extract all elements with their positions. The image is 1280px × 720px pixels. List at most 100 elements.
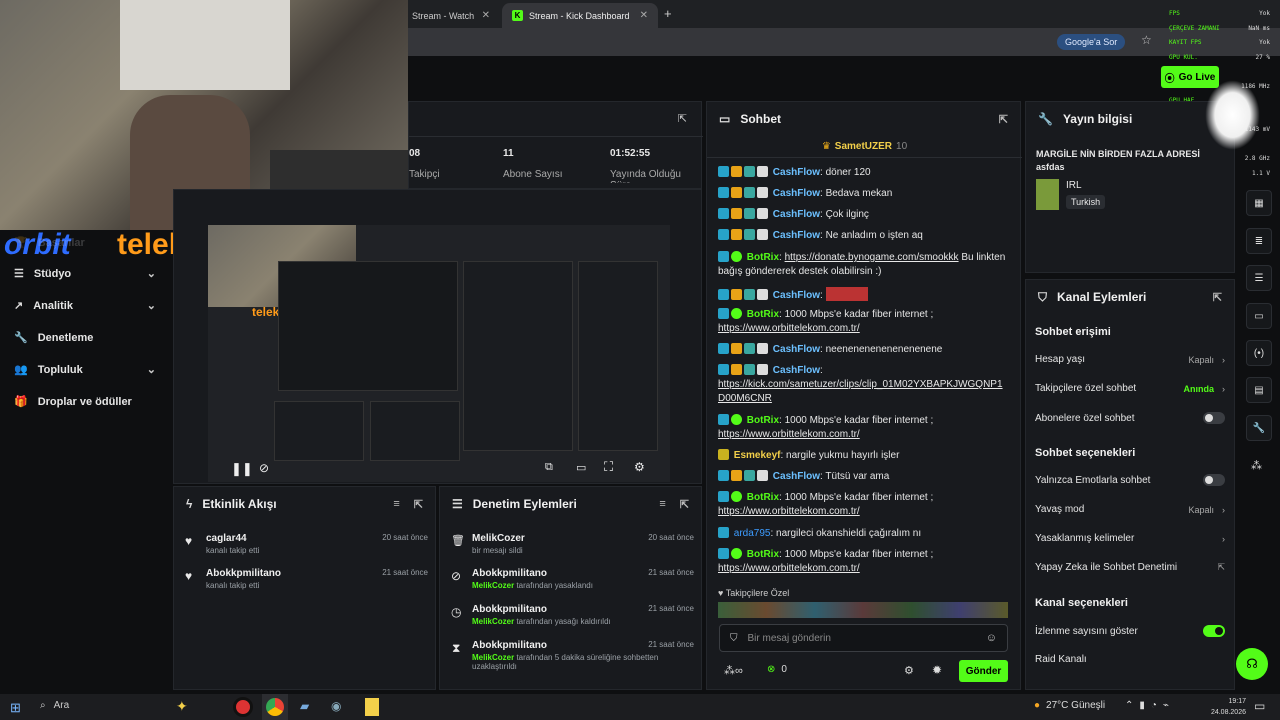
- popout-icon[interactable]: ⇱: [999, 113, 1008, 126]
- stream-stats-panel: ⇱ 08 Takipçi 11 Abone Sayısı 01:52:55 Ya…: [408, 101, 703, 189]
- sub-badge-icon: [718, 449, 729, 460]
- settings-gear-icon[interactable]: ⚙: [634, 460, 645, 474]
- sidebar-item-drops[interactable]: 🎁 Droplar ve ödüller: [14, 395, 156, 409]
- moderation-item: MelikCozer bir mesajı sildi 20 saat önce: [472, 533, 694, 555]
- chat-link[interactable]: https://www.orbittelekom.com.tr/: [718, 429, 860, 440]
- app-icon-2[interactable]: [365, 698, 379, 716]
- slow-mode-row[interactable]: Yavaş mod Kapalı ›: [1035, 504, 1225, 515]
- sidebar-item-achievements[interactable]: 🏆 Başarılar: [14, 236, 156, 250]
- stream-preview-video[interactable]: telekom: [208, 225, 670, 482]
- app-icon[interactable]: ▰: [300, 699, 309, 713]
- tab-kick-dashboard[interactable]: K Stream - Kick Dashboard ✕: [502, 3, 658, 28]
- bookmark-star-icon[interactable]: ☆: [1141, 33, 1152, 47]
- filter-icon[interactable]: ≡: [393, 498, 399, 511]
- record-app-icon[interactable]: [233, 697, 253, 717]
- chevron-right-icon: ›: [1222, 504, 1225, 515]
- chat-settings-icon[interactable]: ⚙: [904, 664, 914, 677]
- rail-stats-button[interactable]: ▦: [1246, 190, 1272, 216]
- crown-badge-icon: [731, 364, 742, 375]
- windows-start-icon[interactable]: ⊞: [10, 700, 21, 716]
- chat-link[interactable]: https://kick.com/sametuzer/clips/clip_01…: [718, 379, 1003, 404]
- sidebar-item-analytics[interactable]: ↗ Analitik ⌄: [14, 299, 156, 313]
- gift-icon: 🎁: [14, 396, 28, 408]
- mute-icon[interactable]: ⊘: [259, 461, 269, 475]
- chat-message: BotRix: 1000 Mbps'e kadar fiber internet…: [718, 308, 934, 334]
- taskbar-search[interactable]: ⌕ Ara: [40, 700, 69, 711]
- steam-icon[interactable]: ◉: [331, 699, 341, 713]
- points-counter: ⊗ 0: [767, 664, 787, 675]
- tray-icons[interactable]: ⌃▮◔⌁: [1125, 700, 1175, 711]
- rail-activity-button[interactable]: ☰: [1246, 265, 1272, 291]
- copilot-icon[interactable]: ✦: [176, 698, 188, 715]
- subs-chat-toggle[interactable]: [1203, 412, 1225, 424]
- popout-icon[interactable]: ⇱: [680, 498, 689, 511]
- shield-icon: ⛉: [1038, 289, 1048, 304]
- moderation-title: Denetim Eylemleri: [472, 497, 577, 511]
- chat-link[interactable]: https://donate.bynogame.com/smookkk: [785, 252, 959, 263]
- filter-icon[interactable]: ≡: [659, 498, 665, 511]
- notifications-icon[interactable]: ▭: [1254, 699, 1265, 713]
- popout-icon[interactable]: ⇱: [414, 498, 423, 511]
- tab-stream-watch[interactable]: Stream - Watch ✕: [402, 3, 500, 28]
- bot-icon[interactable]: ✹: [932, 663, 942, 677]
- hud-value: 27 %: [1255, 53, 1270, 61]
- badge-icon: [718, 527, 729, 538]
- fullscreen-icon[interactable]: ⛶: [604, 459, 613, 475]
- weather-widget[interactable]: ● 27°C Güneşli: [1034, 700, 1105, 711]
- rail-layout-button[interactable]: ▤: [1246, 377, 1272, 403]
- activity-feed-title: Etkinlik Akışı: [202, 497, 277, 511]
- verified-badge-icon: [731, 414, 742, 425]
- channel-points-icon[interactable]: ⁂∞: [724, 664, 743, 677]
- chevron-right-icon: ›: [1222, 354, 1225, 365]
- chat-input[interactable]: ⛉ Bir mesaj gönderin ☺: [719, 624, 1008, 652]
- rail-tools-button[interactable]: ≣: [1246, 228, 1272, 254]
- crown-badge-icon: [731, 470, 742, 481]
- followers-only-label: ♥ Takipçilere Özel: [718, 588, 790, 598]
- support-headset-icon[interactable]: ☊: [1236, 648, 1268, 680]
- badge-icon: [718, 364, 729, 375]
- users-icon: 👥: [14, 364, 28, 376]
- send-button[interactable]: Gönder: [959, 660, 1008, 682]
- popout-icon[interactable]: ⇱: [678, 112, 687, 125]
- rail-settings-button[interactable]: 🔧: [1246, 415, 1272, 441]
- close-tab-icon[interactable]: ✕: [482, 10, 490, 21]
- chat-message: CashFlow: döner 120: [718, 166, 1008, 180]
- hud-label: GPU KUL.: [1169, 53, 1198, 61]
- emote-bar[interactable]: [718, 602, 1008, 618]
- raid-channel-row[interactable]: Raid Kanalı: [1035, 654, 1225, 665]
- badge-icon: [744, 364, 755, 375]
- clock[interactable]: 19:17 24.08.2026: [1196, 696, 1246, 718]
- chat-link[interactable]: https://www.orbittelekom.com.tr/: [718, 506, 860, 517]
- preview-nested-chat: [463, 261, 573, 451]
- chevron-down-icon: ⌄: [146, 268, 156, 280]
- close-tab-icon[interactable]: ✕: [640, 10, 648, 21]
- moderation-item: Abokkpmilitano MelikCozer tarafından yas…: [472, 604, 694, 626]
- new-tab-icon[interactable]: +: [664, 6, 672, 21]
- show-viewers-toggle[interactable]: [1203, 625, 1225, 637]
- followers-chat-row[interactable]: Takipçilere özel sohbet Anında ›: [1035, 383, 1225, 394]
- chat-link[interactable]: https://www.orbittelekom.com.tr/: [718, 323, 860, 334]
- sidebar-item-studio[interactable]: ☰ Stüdyo ⌄: [14, 267, 156, 281]
- chat-link[interactable]: https://www.orbittelekom.com.tr/: [718, 563, 860, 574]
- chrome-icon[interactable]: [262, 694, 288, 720]
- account-age-row[interactable]: Hesap yaşı Kapalı ›: [1035, 354, 1225, 365]
- emote-only-toggle[interactable]: [1203, 474, 1225, 486]
- rail-chat-button[interactable]: ▭: [1246, 303, 1272, 329]
- rail-embed-button[interactable]: (•): [1246, 340, 1272, 366]
- more-apps-icon[interactable]: ⁂: [1251, 459, 1262, 472]
- verified-badge-icon: [731, 251, 742, 262]
- ai-moderation-row[interactable]: Yapay Zeka ile Sohbet Denetimi ⇱: [1035, 562, 1225, 573]
- sidebar-item-community[interactable]: 👥 Topluluk ⌄: [14, 363, 156, 377]
- emoji-icon[interactable]: ☺: [986, 632, 997, 644]
- dove-overlay: [1205, 80, 1260, 150]
- pause-icon[interactable]: ❚❚: [231, 461, 253, 477]
- google-ask-chip[interactable]: Google'a Sor: [1057, 34, 1126, 50]
- chat-message: arda795: nargileci okanshieldi çağıralım…: [718, 527, 1008, 541]
- sidebar-item-moderation[interactable]: 🔧 Denetleme: [14, 331, 156, 345]
- popout-player-icon[interactable]: ⧉: [545, 461, 553, 474]
- chat-message: BotRix: 1000 Mbps'e kadar fiber internet…: [718, 414, 934, 440]
- popout-icon[interactable]: ⇱: [1213, 291, 1222, 304]
- theater-icon[interactable]: ▭: [576, 461, 586, 474]
- uptime-label: Yayında Olduğu Süre: [610, 169, 681, 183]
- banned-words-row[interactable]: Yasaklanmış kelimeler ›: [1035, 533, 1225, 544]
